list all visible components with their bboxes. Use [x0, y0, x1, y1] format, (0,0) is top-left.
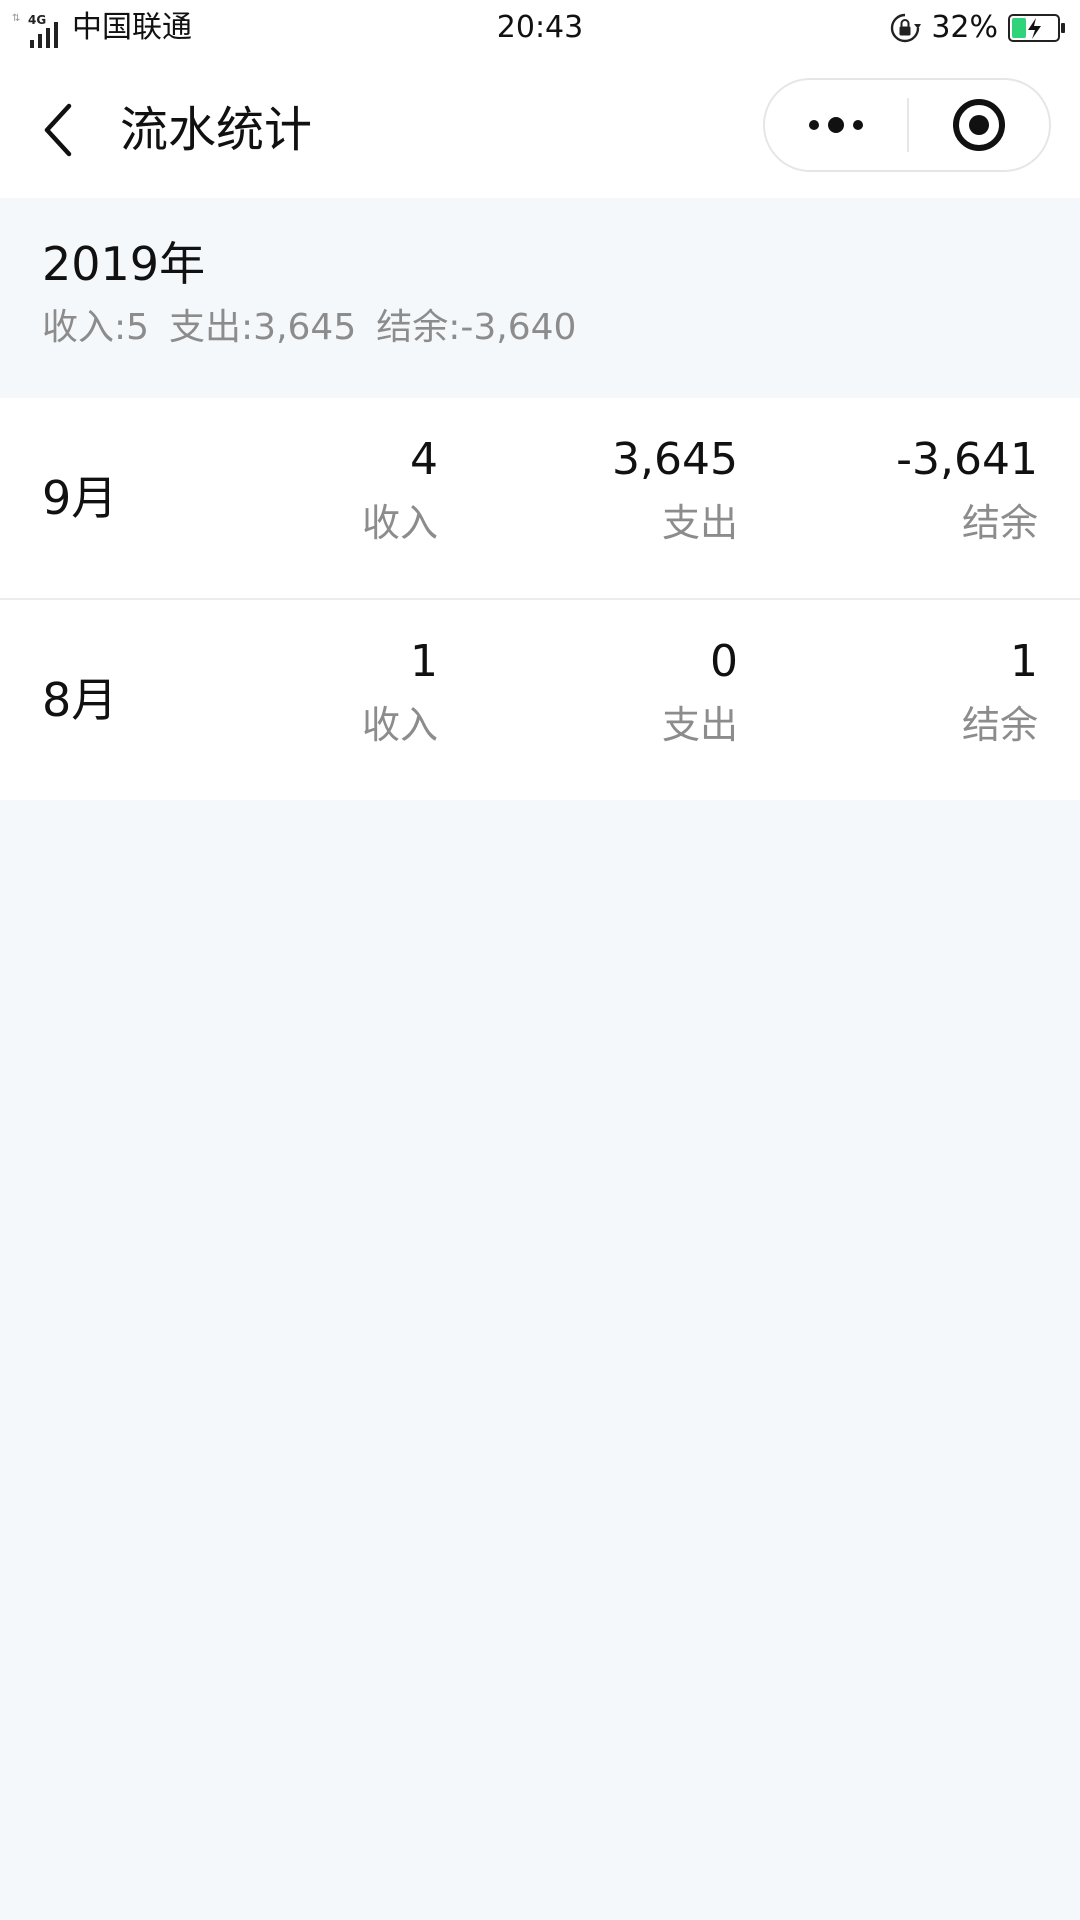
battery-percent: 32% — [931, 10, 998, 45]
year-stats: 收入:5 支出:3,645 结余:-3,640 — [42, 304, 576, 352]
year-expense: 支出:3,645 — [169, 307, 357, 348]
expense-stat: 3,645 支出 — [518, 430, 738, 548]
expense-label: 支出 — [661, 501, 738, 545]
close-button[interactable] — [909, 80, 1049, 170]
expense-stat: 0 支出 — [518, 632, 738, 750]
list-item[interactable]: 8月 1 收入 0 支出 1 结余 — [0, 598, 1080, 800]
balance-value: -3,641 — [896, 434, 1038, 485]
status-right: 32% — [889, 6, 1066, 50]
month-list: 9月 4 收入 3,645 支出 -3,641 结余 8月 1 收入 0 支出 … — [0, 398, 1080, 800]
list-item[interactable]: 9月 4 收入 3,645 支出 -3,641 结余 — [0, 398, 1080, 598]
nav-bar: 流水统计 — [0, 56, 1080, 198]
more-button[interactable] — [765, 80, 907, 170]
back-button[interactable] — [26, 92, 90, 168]
expense-value: 3,645 — [612, 434, 738, 485]
rotation-lock-icon — [891, 13, 922, 43]
page-title: 流水统计 — [120, 102, 313, 158]
year-income: 收入:5 — [42, 307, 150, 348]
balance-label: 结余 — [961, 703, 1038, 747]
year-title: 2019年 — [42, 237, 206, 291]
expense-value: 0 — [710, 636, 738, 687]
status-bar: ⇅ 4G 中国联通 20:43 32% — [0, 0, 1080, 56]
income-label: 收入 — [361, 703, 438, 747]
month-label: 9月 — [42, 471, 118, 525]
month-label: 8月 — [42, 673, 118, 727]
target-close-icon — [953, 99, 1005, 151]
income-stat: 1 收入 — [218, 632, 438, 750]
chevron-left-icon — [44, 103, 72, 157]
income-value: 4 — [410, 434, 438, 485]
balance-stat: -3,641 结余 — [818, 430, 1038, 548]
more-dots-icon — [809, 117, 863, 133]
mini-program-capsule — [763, 78, 1051, 172]
year-summary: 2019年 收入:5 支出:3,645 结余:-3,640 — [0, 198, 1080, 398]
battery-charging-icon — [1008, 14, 1065, 42]
income-label: 收入 — [361, 501, 438, 545]
year-balance: 结余:-3,640 — [376, 307, 577, 348]
balance-label: 结余 — [961, 501, 1038, 545]
balance-value: 1 — [1010, 636, 1038, 687]
balance-stat: 1 结余 — [818, 632, 1038, 750]
expense-label: 支出 — [661, 703, 738, 747]
income-stat: 4 收入 — [218, 430, 438, 548]
income-value: 1 — [410, 636, 438, 687]
